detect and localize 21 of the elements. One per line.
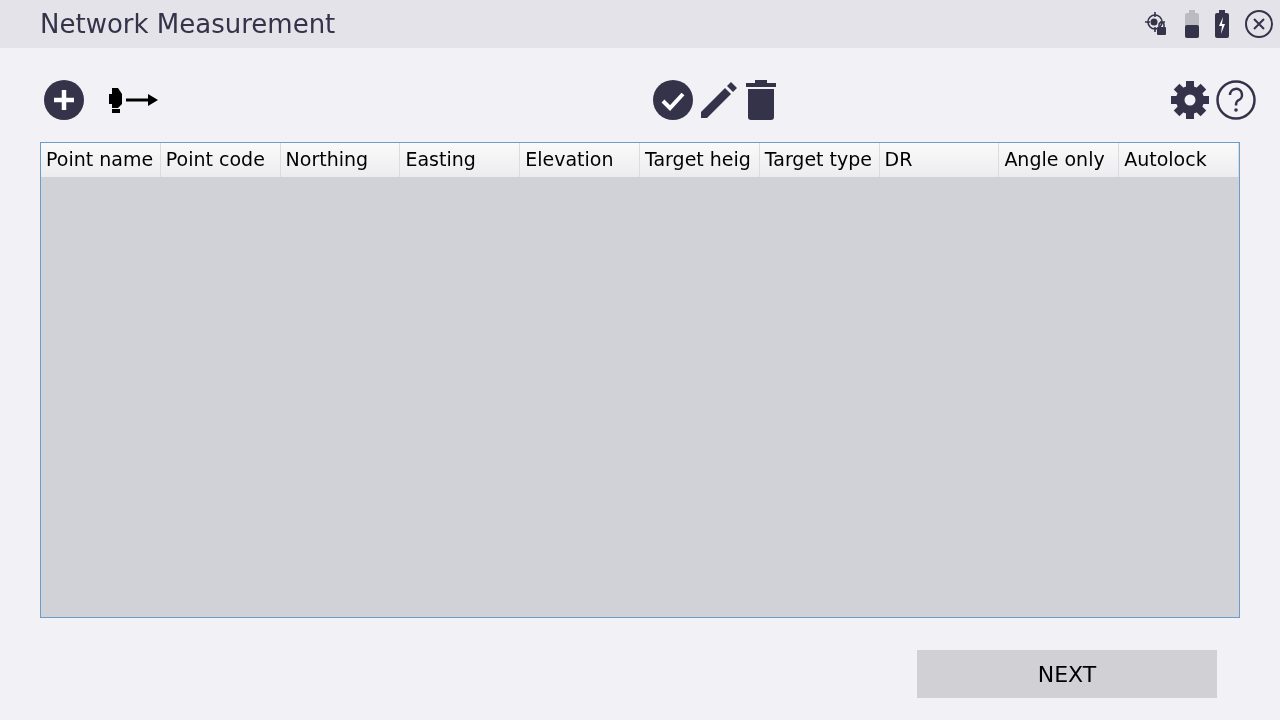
close-icon[interactable]: [1244, 9, 1274, 39]
column-header[interactable]: DR: [879, 143, 1000, 177]
delete-icon[interactable]: [745, 80, 777, 120]
edit-icon[interactable]: [699, 80, 739, 120]
column-header[interactable]: Autolock: [1119, 143, 1239, 177]
settings-icon[interactable]: [1170, 80, 1210, 120]
column-header[interactable]: Northing: [280, 143, 401, 177]
battery-icon: [1184, 9, 1200, 39]
column-header[interactable]: Target heig: [640, 143, 760, 177]
check-icon[interactable]: [653, 80, 693, 120]
add-icon[interactable]: [44, 80, 84, 120]
column-header[interactable]: Point name: [41, 143, 161, 177]
next-button[interactable]: NEXT: [917, 650, 1217, 698]
column-header[interactable]: Point code: [160, 143, 281, 177]
help-icon[interactable]: [1216, 80, 1256, 120]
column-header[interactable]: Easting: [400, 143, 521, 177]
column-header[interactable]: Angle only: [999, 143, 1120, 177]
column-header[interactable]: Target type: [759, 143, 880, 177]
charging-battery-icon: [1214, 9, 1230, 39]
window-title: Network Measurement: [40, 9, 336, 39]
column-header[interactable]: Elevation: [520, 143, 640, 177]
